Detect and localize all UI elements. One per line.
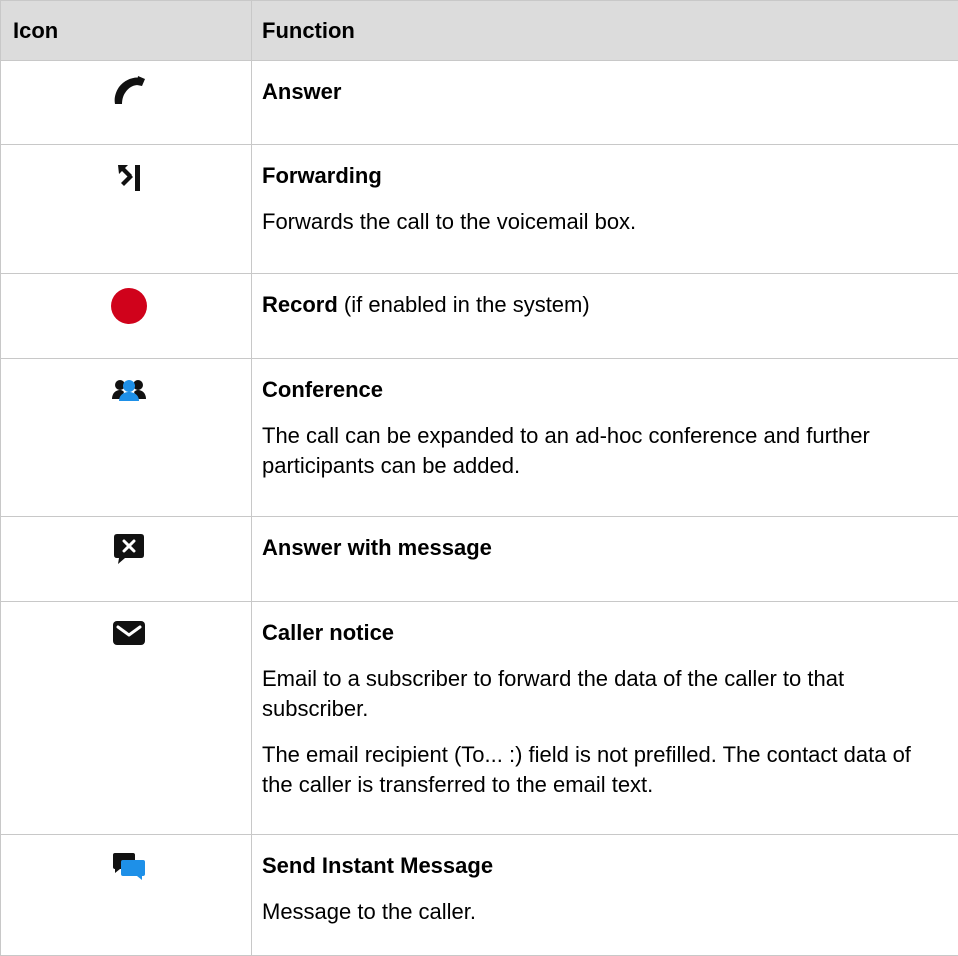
- function-cell: Conference The call can be expanded to a…: [252, 359, 958, 517]
- icon-cell: [1, 602, 252, 835]
- function-title: Send Instant Message: [262, 851, 938, 881]
- table-header-row: Icon Function: [1, 1, 958, 61]
- function-title: Answer with message: [262, 533, 938, 563]
- function-title: Record (if enabled in the system): [262, 290, 938, 320]
- table-row: Send Instant Message Message to the call…: [1, 835, 958, 956]
- table-row: Forwarding Forwards the call to the voic…: [1, 145, 958, 274]
- column-header-icon: Icon: [1, 1, 252, 61]
- function-cell: Record (if enabled in the system): [252, 274, 958, 359]
- function-title: Answer: [262, 77, 938, 107]
- table-row: Caller notice Email to a subscriber to f…: [1, 602, 958, 835]
- icon-cell: [1, 61, 252, 145]
- column-header-function: Function: [252, 1, 958, 61]
- phone-handset-icon: [101, 71, 157, 111]
- icon-cell: [1, 145, 252, 274]
- message-reject-icon: [101, 529, 157, 569]
- table-row: Conference The call can be expanded to a…: [1, 359, 958, 517]
- function-title: Forwarding: [262, 161, 938, 191]
- table-row: Answer with message: [1, 517, 958, 602]
- function-table: Icon Function Answer: [0, 0, 958, 956]
- function-title: Conference: [262, 375, 938, 405]
- chat-bubbles-icon: [101, 849, 157, 883]
- function-description: The email recipient (To... :) field is n…: [262, 740, 938, 800]
- function-description: Forwards the call to the voicemail box.: [262, 207, 938, 237]
- function-description: Email to a subscriber to forward the dat…: [262, 664, 938, 724]
- icon-cell: [1, 517, 252, 602]
- table-row: Record (if enabled in the system): [1, 274, 958, 359]
- function-cell: Answer: [252, 61, 958, 145]
- function-description: Message to the caller.: [262, 897, 938, 927]
- icon-cell: [1, 359, 252, 517]
- function-description: The call can be expanded to an ad-hoc co…: [262, 421, 938, 481]
- icon-cell: [1, 835, 252, 956]
- conference-people-icon: [101, 373, 157, 407]
- function-title-suffix: (if enabled in the system): [338, 292, 590, 317]
- icon-cell: [1, 274, 252, 359]
- function-cell: Caller notice Email to a subscriber to f…: [252, 602, 958, 835]
- forward-arrow-icon: [101, 157, 157, 197]
- table-row: Answer: [1, 61, 958, 145]
- function-title: Caller notice: [262, 618, 938, 648]
- record-dot-icon: [101, 284, 157, 328]
- function-cell: Forwarding Forwards the call to the voic…: [252, 145, 958, 274]
- envelope-icon: [101, 616, 157, 650]
- function-cell: Answer with message: [252, 517, 958, 602]
- function-cell: Send Instant Message Message to the call…: [252, 835, 958, 956]
